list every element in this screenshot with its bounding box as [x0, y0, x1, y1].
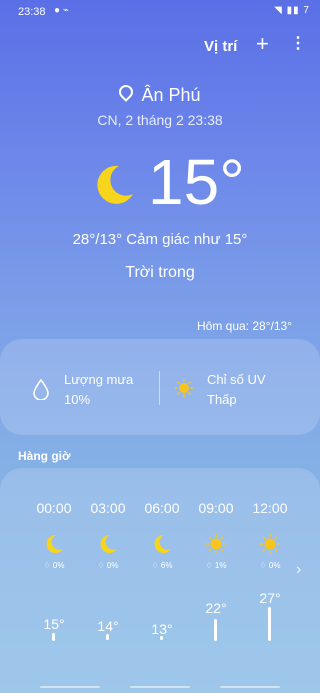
hour-temperature: 14° [97, 618, 119, 634]
temperature-bar [106, 634, 109, 640]
precip-value: 6% [160, 561, 173, 570]
hour-time: 06:00 [144, 500, 180, 516]
hour-time: 00:00 [36, 500, 72, 516]
precip-value: 0% [268, 561, 281, 570]
rain-value: 10% [64, 392, 91, 407]
status-time: 23:38 [18, 6, 46, 18]
hi-lo-feels-like: 28°/13° Cảm giác như 15° [72, 231, 248, 248]
raindrop-icon [33, 378, 49, 400]
hour-temperature: 15° [43, 616, 65, 632]
raindrop-icon: ♢ [97, 561, 107, 570]
rain-label: Lượng mưa [64, 372, 134, 387]
hour-time: 09:00 [198, 500, 234, 516]
raindrop-icon: ♢ [205, 561, 215, 570]
hour-time: 03:00 [90, 500, 126, 516]
location-name: Ân Phú [141, 85, 201, 105]
plus-icon[interactable]: + [256, 33, 269, 55]
sun-icon [260, 534, 280, 554]
hourly-title: Hàng giờ [18, 449, 71, 463]
precip-probability: ♢ 0% [27, 561, 81, 570]
precip-probability: ♢ 1% [189, 561, 243, 570]
current-temperature: 15° [148, 146, 245, 218]
precip-probability: ♢ 0% [81, 561, 135, 570]
uv-value: Thấp [207, 392, 237, 407]
moon-icon [97, 165, 133, 204]
moon-icon [100, 534, 117, 553]
temperature-bar [160, 636, 163, 640]
moon-icon [154, 534, 171, 553]
hour-temperature: 27° [259, 590, 281, 606]
temperature-bar [268, 607, 271, 641]
uv-label: Chỉ số UV [207, 372, 266, 387]
system-icons: ◥ ▮▮ 7 [274, 5, 310, 16]
yesterday-temps: Hôm qua: 28°/13° [197, 319, 292, 333]
status-bar: 23:38 ● ⌁ ◥ ▮▮ 7 [0, 0, 320, 24]
precip-value: 0% [106, 561, 119, 570]
datetime: CN, 2 tháng 2 23:38 [97, 112, 223, 128]
hour-temperature: 22° [205, 600, 227, 616]
raindrop-icon: ♢ [151, 561, 161, 570]
more-vert-icon[interactable]: ⋮ [290, 36, 306, 52]
divider [159, 371, 160, 405]
location-pin-icon [116, 82, 137, 102]
precip-probability: ♢ 0% [243, 561, 297, 570]
notification-icons: ● ⌁ [54, 5, 69, 16]
chevron-right-icon[interactable]: › [296, 561, 301, 579]
hour-temperature: 13° [151, 621, 173, 637]
location-button[interactable]: Vị trí [204, 38, 237, 55]
moon-icon [46, 534, 63, 553]
sun-icon [206, 534, 226, 554]
raindrop-icon: ♢ [43, 561, 53, 570]
raindrop-icon: ♢ [259, 561, 269, 570]
precip-value: 0% [52, 561, 65, 570]
weather-condition: Trời trong [125, 264, 195, 281]
uv-index-icon [175, 379, 193, 397]
precip-probability: ♢ 6% [135, 561, 189, 570]
temperature-bar [214, 619, 217, 641]
hour-time: 12:00 [252, 500, 288, 516]
nav-gesture-bar [40, 686, 280, 688]
temperature-bar [52, 633, 55, 641]
location-title: Ân Phú [0, 82, 320, 106]
precip-value: 1% [214, 561, 227, 570]
